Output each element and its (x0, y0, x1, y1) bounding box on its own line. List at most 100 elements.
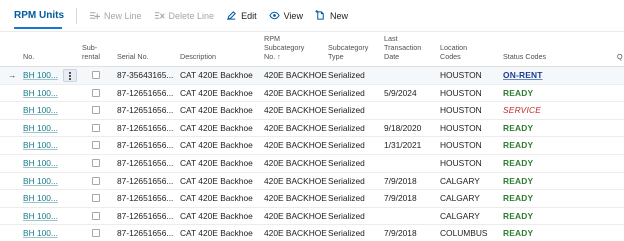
location-code-cell: CALGARY (440, 175, 480, 186)
subrental-cell (92, 173, 102, 191)
serial-no-cell: 87-12651656... (117, 228, 173, 239)
subcategory-type-cell: Serialized (328, 228, 365, 239)
subcategory-type-cell: Serialized (328, 193, 365, 204)
status-code-cell[interactable]: ON-RENT (503, 67, 573, 85)
page-title[interactable]: RPM Units (0, 6, 72, 29)
subrental-checkbox[interactable] (92, 123, 100, 132)
new-button[interactable]: New (309, 6, 354, 26)
delete-line-label: Delete Line (168, 10, 215, 21)
column-header-rpm-subcategory[interactable]: RPM Subcategory No. ↑ (264, 34, 304, 61)
delete-line-button[interactable]: Delete Line (148, 6, 221, 26)
rpm-subcategory-cell: 420E BACKHOE (264, 70, 327, 80)
description-cell: CAT 420E Backhoe (180, 122, 253, 133)
status-code-cell: SERVICE (503, 105, 542, 116)
serial-no-cell: 87-12651656... (117, 140, 173, 151)
unit-no-link[interactable]: BH 100... (23, 208, 61, 226)
unit-no-link[interactable]: BH 100... (23, 173, 61, 191)
table-row[interactable]: BH 100... 87-12651656... CAT 420E Backhoe 4… (0, 102, 624, 120)
column-header-last-transaction[interactable]: Last Transaction Date (384, 34, 421, 61)
rpm-subcategory-cell: 420E BACKHOE (264, 140, 327, 151)
subrental-checkbox[interactable] (92, 106, 100, 115)
subrental-checkbox[interactable] (92, 71, 100, 79)
unit-no-link[interactable]: BH 100... (23, 85, 61, 103)
subrental-cell (92, 155, 102, 173)
unit-no-link[interactable]: BH 100... (23, 67, 61, 85)
column-header-no[interactable]: No. (23, 52, 34, 61)
subrental-checkbox[interactable] (92, 158, 100, 167)
status-code-cell: READY (503, 175, 534, 186)
subcategory-type-cell: Serialized (328, 87, 365, 98)
unit-no-link[interactable]: BH 100... (23, 155, 61, 173)
location-code-cell: HOUSTON (440, 105, 482, 116)
location-code-cell: CALGARY (440, 210, 480, 221)
toolbar-divider (76, 7, 77, 24)
location-code-cell: COLUMBUS (440, 228, 488, 239)
last-transaction-date-cell (384, 67, 436, 85)
status-code-cell: READY (503, 193, 534, 204)
subrental-cell (92, 225, 102, 241)
location-code-cell: HOUSTON (440, 87, 482, 98)
table-row[interactable]: → BH 100... 87-35643165... CAT 420E Backhoe… (0, 67, 624, 85)
subrental-checkbox[interactable] (92, 194, 100, 203)
description-cell: CAT 420E Backhoe (180, 193, 253, 204)
last-transaction-date-cell: 7/9/2018 (384, 193, 417, 204)
subcategory-type-cell: Serialized (328, 70, 365, 80)
view-button[interactable]: View (263, 6, 309, 26)
last-transaction-date-cell: 1/31/2021 (384, 140, 422, 151)
edit-label: Edit (241, 10, 257, 21)
table-row[interactable]: BH 100... 87-12651656... CAT 420E Backhoe 4… (0, 208, 624, 226)
table-row[interactable]: BH 100... 87-12651656... CAT 420E Backhoe 4… (0, 190, 624, 208)
rpm-subcategory-cell: 420E BACKHOE (264, 122, 327, 133)
edit-button[interactable]: Edit (220, 6, 263, 26)
unit-no-link[interactable]: BH 100... (23, 137, 61, 155)
unit-no-link[interactable]: BH 100... (23, 190, 61, 208)
rpm-subcategory-cell: 420E BACKHOE (264, 87, 327, 98)
column-header-location[interactable]: Location Codes (440, 43, 467, 61)
table-row[interactable]: BH 100... 87-12651656... CAT 420E Backhoe 4… (0, 155, 624, 173)
status-code-cell: READY (503, 228, 534, 239)
description-cell: CAT 420E Backhoe (180, 105, 253, 116)
table-row[interactable]: BH 100... 87-12651656... CAT 420E Backhoe 4… (0, 120, 624, 138)
rpm-subcategory-cell: 420E BACKHOE (264, 157, 327, 168)
table-row[interactable]: BH 100... 87-12651656... CAT 420E Backhoe 4… (0, 173, 624, 191)
subrental-checkbox[interactable] (92, 88, 100, 97)
status-code-cell: READY (503, 210, 534, 221)
subrental-cell (92, 120, 102, 138)
serial-no-cell: 87-12651656... (117, 122, 173, 133)
column-header-status[interactable]: Status Codes (503, 52, 546, 61)
table-row[interactable]: BH 100... 87-12651656... CAT 420E Backhoe 4… (0, 137, 624, 155)
subcategory-type-cell: Serialized (328, 122, 365, 133)
subcategory-type-cell: Serialized (328, 157, 365, 168)
description-cell: CAT 420E Backhoe (180, 228, 253, 239)
subcategory-type-cell: Serialized (328, 140, 365, 151)
description-cell: CAT 420E Backhoe (180, 210, 253, 221)
grid-body: → BH 100... 87-35643165... CAT 420E Backhoe… (0, 67, 624, 241)
status-code-cell: READY (503, 87, 534, 98)
serial-no-cell: 87-12651656... (117, 175, 173, 186)
table-row[interactable]: BH 100... 87-12651656... CAT 420E Backhoe 4… (0, 85, 624, 103)
column-header-subrental[interactable]: Sub-rental (82, 43, 100, 61)
unit-no-link[interactable]: BH 100... (23, 120, 61, 138)
status-code-cell: READY (503, 157, 534, 168)
subcategory-type-cell: Serialized (328, 175, 365, 186)
row-actions-menu-button[interactable] (63, 69, 77, 82)
rpm-subcategory-cell: 420E BACKHOE (264, 228, 327, 239)
column-header-serial[interactable]: Serial No. (117, 52, 149, 61)
unit-no-link[interactable]: BH 100... (23, 102, 61, 120)
last-transaction-date-cell: 7/9/2018 (384, 175, 417, 186)
subrental-checkbox[interactable] (92, 229, 100, 238)
column-header-description[interactable]: Description (180, 52, 216, 61)
unit-no-link[interactable]: BH 100... (23, 225, 61, 241)
subrental-checkbox[interactable] (92, 176, 100, 185)
table-row[interactable]: BH 100... 87-12651656... CAT 420E Backhoe 4… (0, 225, 624, 241)
column-header-subcategory-type[interactable]: Subcategory Type (328, 43, 368, 61)
new-icon (315, 10, 324, 20)
new-line-button[interactable]: New Line (83, 6, 148, 26)
column-header-q[interactable]: Q (617, 52, 623, 61)
subrental-checkbox[interactable] (92, 211, 100, 220)
subrental-checkbox[interactable] (92, 141, 100, 150)
description-cell: CAT 420E Backhoe (180, 140, 253, 151)
last-transaction-date-cell: 9/18/2020 (384, 122, 422, 133)
last-transaction-date-cell: 5/9/2024 (384, 87, 417, 98)
pencil-icon (227, 11, 236, 20)
